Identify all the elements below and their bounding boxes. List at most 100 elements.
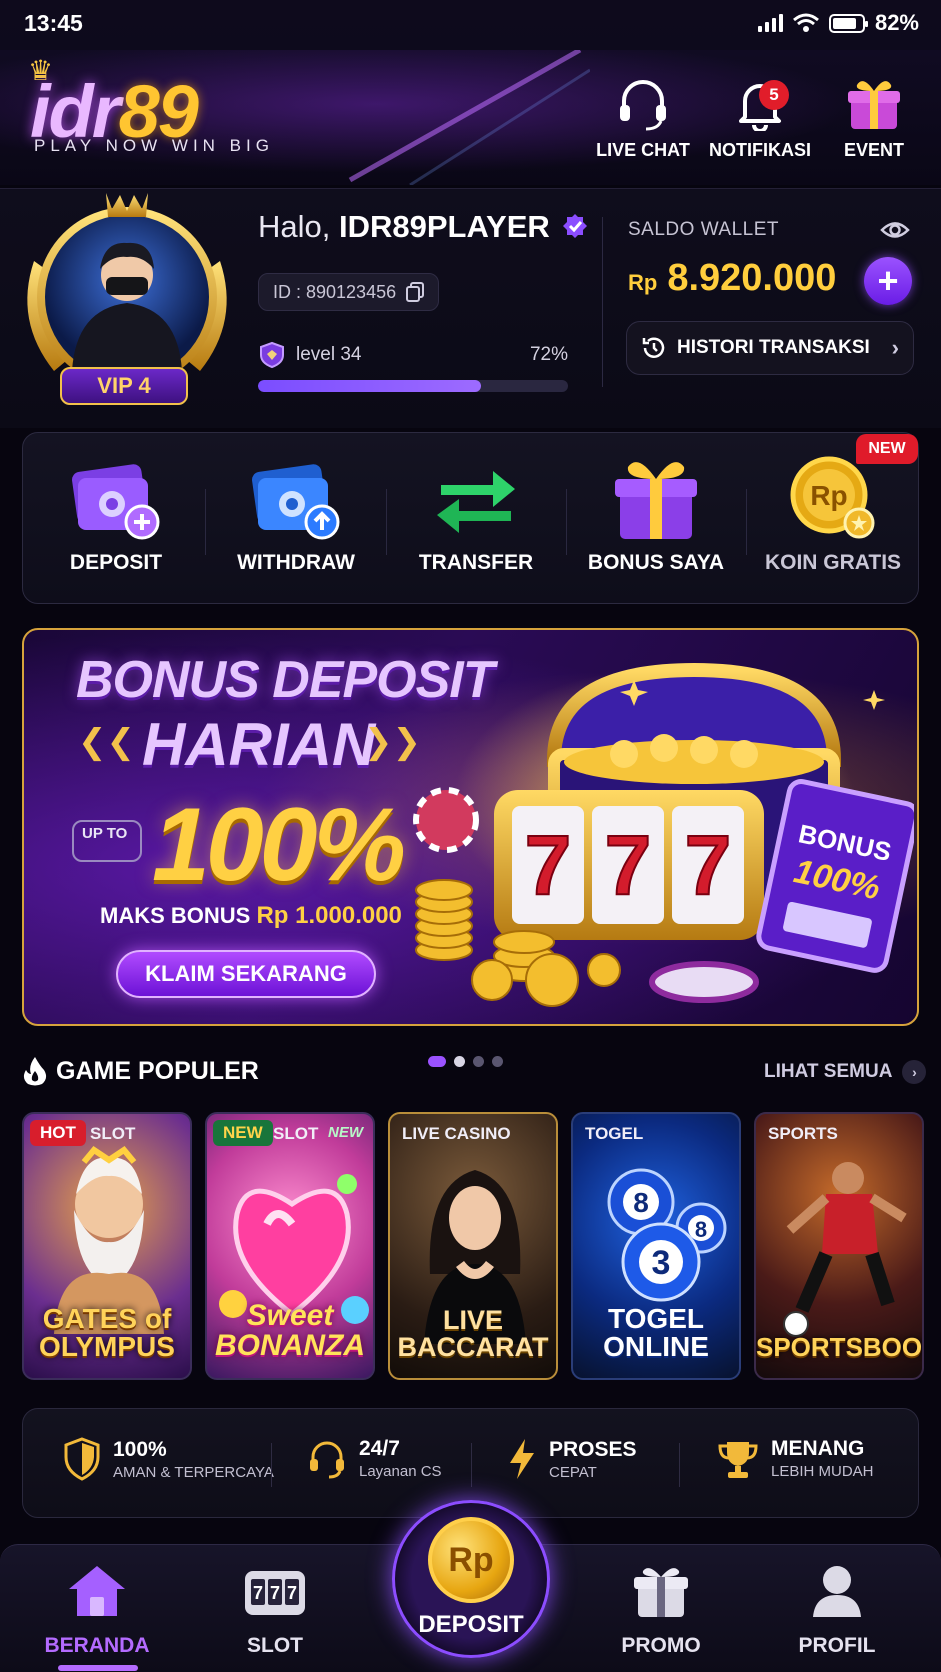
nav-promo[interactable]: PROMO bbox=[586, 1563, 736, 1658]
new-tag: NEW bbox=[328, 1124, 363, 1141]
rp-coin-icon: Rp bbox=[790, 456, 875, 539]
copy-icon[interactable] bbox=[406, 282, 425, 302]
transaction-history-button[interactable]: HISTORI TRANSAKSI › bbox=[626, 321, 914, 375]
wifi-icon bbox=[792, 13, 819, 32]
deposit-label: DEPOSIT bbox=[69, 551, 163, 574]
notification-button[interactable]: 5 NOTIFIKASI bbox=[705, 72, 815, 161]
add-balance-button[interactable]: + bbox=[864, 257, 912, 305]
nav-slot[interactable]: 777 SLOT bbox=[200, 1563, 350, 1658]
profile-divider bbox=[602, 217, 603, 387]
live-chat-button[interactable]: LIVE CHAT bbox=[588, 72, 698, 161]
promo-banner[interactable]: BONUS DEPOSIT ❮❮ HARIAN ❯❯ UP TO 100% MA… bbox=[22, 628, 919, 1026]
hot-badge: HOT bbox=[30, 1120, 86, 1146]
level-row: level 34 72% bbox=[258, 341, 568, 369]
level-shield-icon bbox=[260, 341, 284, 369]
reel-7: 7 bbox=[605, 818, 652, 912]
feature-fast: PROSES CEPAT bbox=[507, 1437, 637, 1481]
game-card-gates-of-olympus[interactable]: HOT SLOT GATES of OLYMPUS bbox=[22, 1112, 192, 1380]
game-title: LIVE BACCARAT bbox=[397, 1305, 549, 1362]
brand-tagline: PLAY NOW WIN BIG bbox=[34, 136, 274, 155]
nav-beranda[interactable]: BERANDA bbox=[22, 1563, 172, 1658]
quick-actions-panel: DEPOSIT WITHDRAW TRANSFER BONUS SAYA Rp … bbox=[22, 432, 919, 604]
feature-divider bbox=[471, 1443, 472, 1487]
feature-divider bbox=[679, 1443, 680, 1487]
bonus-saya-label: BONUS SAYA bbox=[587, 551, 725, 574]
history-label: HISTORI TRANSAKSI bbox=[677, 337, 870, 358]
claim-now-button[interactable]: KLAIM SEKARANG bbox=[116, 950, 376, 998]
game-card-sweet-bonanza[interactable]: NEW SLOT NEW Sweet BONANZA bbox=[205, 1112, 375, 1380]
chevron-right-icon: › bbox=[902, 1060, 927, 1084]
profile-card: VIP 4 Halo, IDR89PLAYER ID : 890123456 l… bbox=[0, 188, 941, 428]
event-button[interactable]: EVENT bbox=[819, 72, 929, 161]
ball-number: 3 bbox=[652, 1244, 671, 1282]
section-title-game-populer: GAME POPULER bbox=[22, 1056, 259, 1086]
see-all-link[interactable]: LIHAT SEMUA › bbox=[764, 1060, 927, 1084]
transfer-label: TRANSFER bbox=[418, 551, 534, 574]
game-title: TOGEL ONLINE bbox=[603, 1303, 709, 1362]
feature-secure: 100% AMAN & TERPERCAYA bbox=[63, 1437, 274, 1481]
status-icons: 82% bbox=[757, 10, 919, 36]
game-category: SPORTS bbox=[768, 1124, 838, 1143]
new-badge: NEW bbox=[856, 434, 918, 464]
banner-pagination[interactable] bbox=[428, 1056, 503, 1067]
gift-icon bbox=[634, 1568, 688, 1617]
wallet-withdraw-icon bbox=[252, 464, 340, 540]
event-label: EVENT bbox=[843, 140, 904, 160]
lightning-icon bbox=[510, 1439, 534, 1479]
fire-icon bbox=[23, 1057, 47, 1086]
svg-text:7: 7 bbox=[270, 1583, 280, 1603]
headset-icon bbox=[620, 80, 666, 131]
bonus-saya-action[interactable]: BONUS SAYA bbox=[566, 433, 746, 605]
signal-icon bbox=[757, 14, 783, 32]
status-bar: 13:45 82% bbox=[0, 0, 941, 50]
user-icon bbox=[813, 1566, 861, 1617]
svg-text:Rp: Rp bbox=[810, 480, 847, 511]
game-title: SPORTSBOOK bbox=[756, 1331, 924, 1362]
left-wing-decoration: ❮❮ bbox=[78, 723, 135, 761]
user-id-text: ID : 890123456 bbox=[273, 281, 397, 302]
svg-text:7: 7 bbox=[253, 1583, 263, 1603]
feature-support: 24/7 Layanan CS bbox=[307, 1437, 442, 1480]
transfer-action[interactable]: TRANSFER bbox=[386, 433, 566, 605]
game-card-togel-online[interactable]: 8 8 3 TOGEL TOGEL ONLINE bbox=[571, 1112, 741, 1380]
feature-win: MENANG LEBIH MUDAH bbox=[717, 1437, 874, 1480]
eye-icon[interactable] bbox=[880, 219, 910, 241]
game-title: Sweet BONANZA bbox=[215, 1299, 365, 1362]
greeting: Halo, IDR89PLAYER bbox=[258, 209, 588, 245]
deposit-fab-button[interactable]: Rp DEPOSIT bbox=[392, 1500, 550, 1658]
banner-subtitle: HARIAN bbox=[142, 711, 376, 778]
level-progress-fill bbox=[258, 380, 482, 392]
history-clock-icon bbox=[642, 337, 665, 358]
game-title: GATES of OLYMPUS bbox=[39, 1303, 175, 1362]
verified-icon bbox=[563, 214, 588, 238]
withdraw-action[interactable]: WITHDRAW bbox=[206, 433, 386, 605]
username: IDR89PLAYER bbox=[339, 209, 550, 244]
shield-icon bbox=[64, 1437, 100, 1481]
wallet-deposit-icon bbox=[72, 464, 160, 540]
wallet-balance: Rp 8.920.000 bbox=[628, 257, 837, 299]
bonus-percent: 100% bbox=[152, 787, 406, 903]
user-id-pill[interactable]: ID : 890123456 bbox=[258, 273, 440, 311]
game-card-sportsbook[interactable]: SPORTS SPORTSBOOK bbox=[754, 1112, 924, 1380]
rp-coin-icon: Rp bbox=[428, 1517, 514, 1603]
status-time: 13:45 bbox=[24, 10, 83, 36]
new-badge: NEW bbox=[213, 1120, 273, 1146]
feature-divider bbox=[271, 1443, 272, 1487]
max-bonus-text: MAKS BONUS Rp 1.000.000 bbox=[100, 902, 402, 929]
headset-icon bbox=[310, 1441, 344, 1478]
game-card-live-baccarat[interactable]: LIVE CASINO LIVE BACCARAT bbox=[388, 1112, 558, 1380]
trophy-icon bbox=[718, 1441, 758, 1478]
nav-profil[interactable]: PROFIL bbox=[762, 1563, 912, 1658]
app-header: ♛ idr89 PLAY NOW WIN BIG LIVE CHAT 5 NOT… bbox=[0, 50, 941, 185]
withdraw-label: WITHDRAW bbox=[237, 551, 355, 574]
light-streak-decoration bbox=[348, 50, 590, 185]
svg-text:7: 7 bbox=[287, 1583, 297, 1603]
vip-badge: VIP 4 bbox=[60, 367, 188, 405]
notifikasi-label: NOTIFIKASI bbox=[709, 140, 811, 160]
level-text: level 34 bbox=[296, 344, 362, 365]
brand-logo[interactable]: ♛ idr89 PLAY NOW WIN BIG bbox=[26, 54, 326, 164]
koin-gratis-label: KOIN GRATIS bbox=[764, 551, 902, 574]
home-icon bbox=[69, 1566, 125, 1616]
treasure-slot-illustration: 7 7 7 BONUS 100% bbox=[413, 662, 914, 1007]
deposit-action[interactable]: DEPOSIT bbox=[26, 433, 206, 605]
